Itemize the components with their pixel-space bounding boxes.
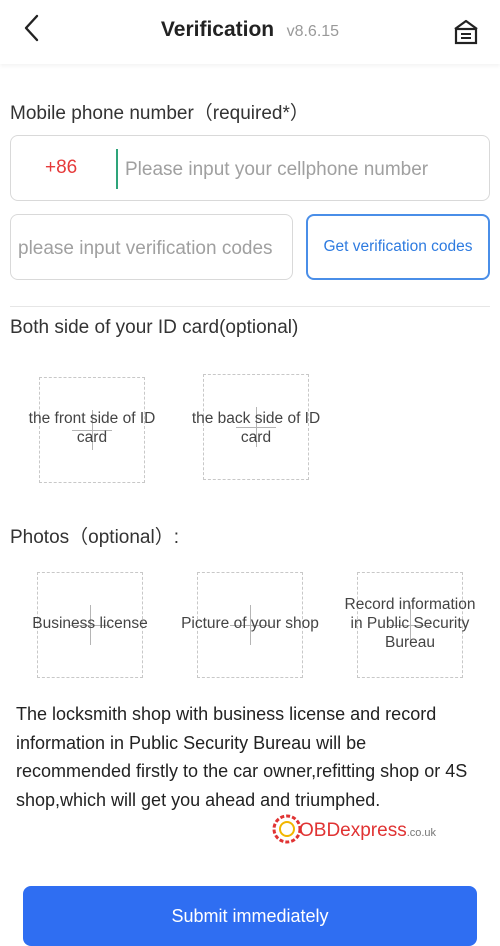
notice-text: The locksmith shop with business license… <box>16 704 468 810</box>
watermark-brand: OBDexpress <box>299 820 407 841</box>
business-license-label: Business license <box>32 615 148 632</box>
home-icon[interactable] <box>452 18 480 46</box>
country-code[interactable]: +86 <box>45 157 77 179</box>
id-front-label: the front side of ID card <box>28 410 156 446</box>
id-card-section-label: Both side of your ID card(optional) <box>10 317 299 338</box>
phone-section-label: Mobile phone number（required*） <box>10 103 309 124</box>
top-bar: Verification v8.6.15 <box>0 0 500 64</box>
watermark-logo: OBDexpress.co.uk <box>270 812 436 848</box>
id-back-label: the back side of ID card <box>191 410 321 446</box>
verification-code-input[interactable] <box>16 227 292 271</box>
shop-picture-label: Picture of your shop <box>181 615 319 632</box>
watermark-suffix: .co.uk <box>406 827 437 839</box>
photos-section-label: Photos（optional）: <box>10 527 179 548</box>
version-label: v8.6.15 <box>286 23 340 40</box>
page-title: Verification <box>160 18 275 41</box>
phone-field: +86 <box>10 135 490 201</box>
submit-button[interactable]: Submit immediately <box>23 886 477 946</box>
watermark-text: OBDexpress.co.uk <box>299 820 436 842</box>
title-area: Verification v8.6.15 <box>0 18 500 42</box>
verification-field <box>10 214 293 280</box>
section-divider <box>10 306 490 307</box>
phone-divider <box>116 149 118 189</box>
phone-input[interactable] <box>123 148 482 192</box>
record-info-label: Record information in Public Security Bu… <box>344 596 476 651</box>
get-verification-codes-button[interactable]: Get verification codes <box>306 214 490 280</box>
